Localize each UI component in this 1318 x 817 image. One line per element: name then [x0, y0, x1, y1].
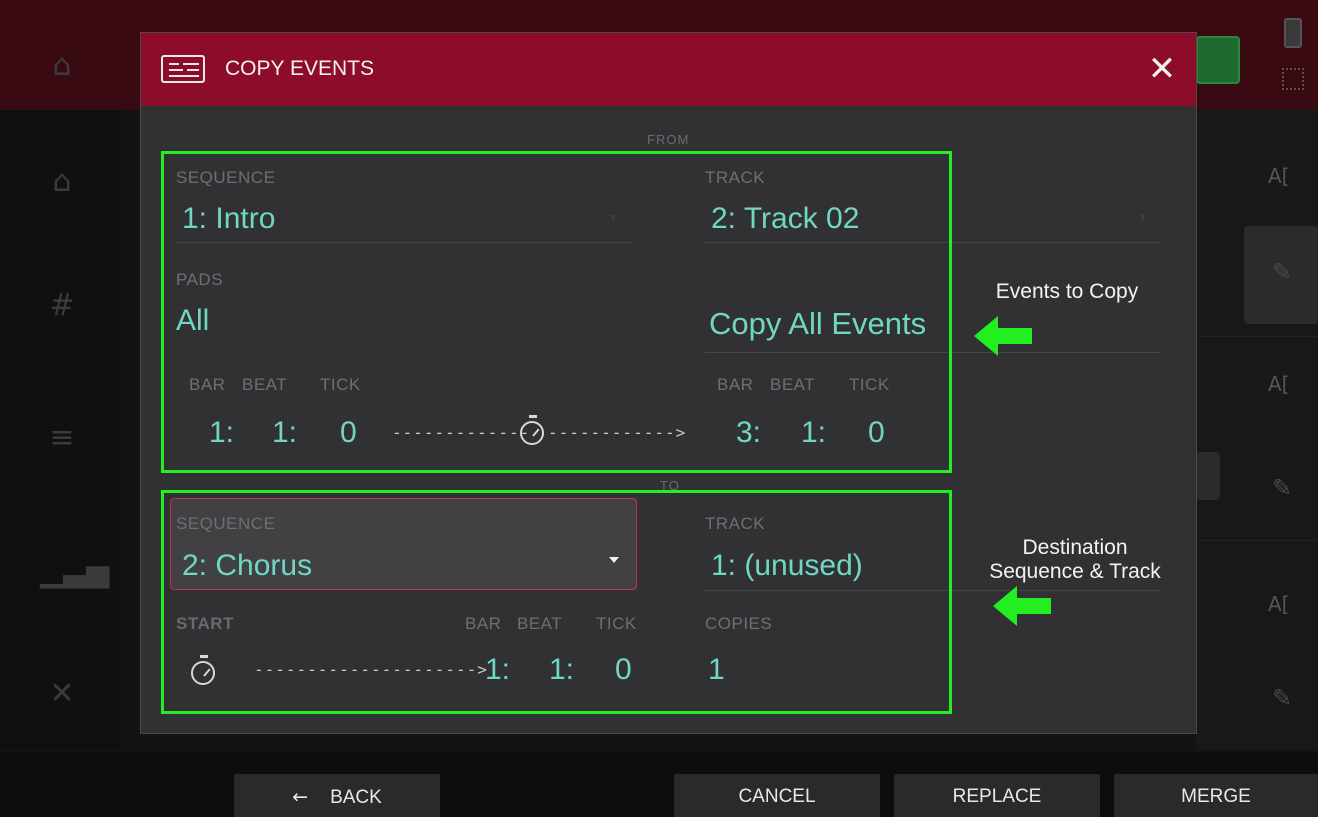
text-edit-icon: A[ [1268, 372, 1290, 396]
battery-icon [1284, 18, 1302, 48]
screen: ⌂ ⌂ # ≡ ▁▃▅ ✕ A[ A[ A[ ✎ ✎ ✎ ← BACK CANCE… [0, 0, 1318, 817]
dropdown-arrow-icon: ▾ [1140, 210, 1147, 224]
dialog-title: COPY EVENTS [225, 57, 374, 80]
replace-button[interactable]: REPLACE [894, 774, 1100, 817]
background-row-divider [1196, 336, 1318, 337]
events-to-copy-highlight [161, 151, 952, 473]
destination-annotation: Destination Sequence & Track [972, 536, 1178, 584]
back-button[interactable]: ← BACK [234, 774, 440, 817]
back-label: BACK [330, 787, 382, 808]
destination-annotation-line2: Sequence & Track [989, 560, 1161, 583]
background-green-tile [1196, 36, 1240, 84]
home-icon-2: ⌂ [52, 164, 72, 199]
bars-icon: ≡ [49, 420, 75, 455]
close-icon[interactable]: ✕ [1145, 49, 1179, 89]
destination-highlight [161, 490, 952, 714]
from-label: FROM [647, 132, 690, 147]
pencil-icon: ✎ [1272, 258, 1293, 286]
destination-annotation-line1: Destination [1022, 536, 1128, 559]
pencil-icon: ✎ [1272, 684, 1293, 712]
xy-icon: ✕ [49, 676, 75, 711]
chip-icon [1282, 68, 1304, 90]
text-edit-icon: A[ [1268, 592, 1290, 616]
cancel-button[interactable]: CANCEL [674, 774, 880, 817]
grid-icon: # [49, 288, 75, 323]
background-right-panel [1196, 110, 1318, 750]
levels-icon: ▁▃▅ [40, 554, 110, 589]
back-arrow-icon: ← [292, 786, 309, 808]
background-card [1196, 452, 1220, 500]
background-row-divider [1196, 540, 1318, 541]
pencil-icon: ✎ [1272, 474, 1293, 502]
merge-button[interactable]: MERGE [1114, 774, 1318, 817]
dialog-header: COPY EVENTS ✕ [141, 33, 1196, 106]
left-arrow-icon [993, 586, 1053, 626]
copy-events-icon [161, 55, 205, 83]
text-edit-icon: A[ [1268, 164, 1290, 188]
home-icon: ⌂ [52, 48, 72, 83]
left-arrow-icon [974, 316, 1034, 356]
events-to-copy-annotation: Events to Copy [995, 280, 1139, 303]
